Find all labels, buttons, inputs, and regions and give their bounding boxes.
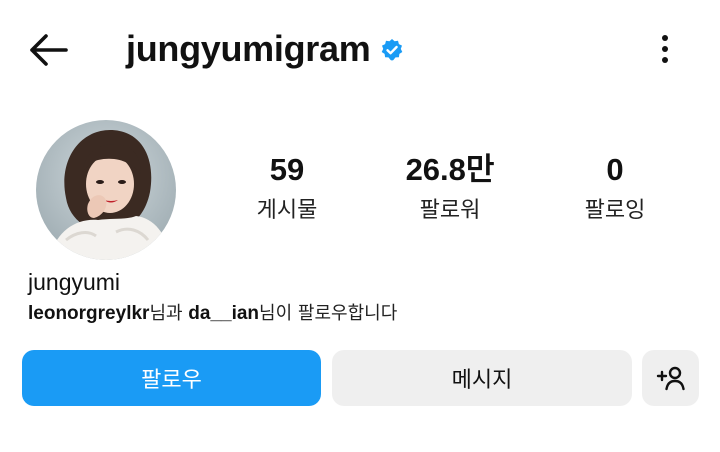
back-button[interactable] xyxy=(26,30,70,70)
stat-following[interactable]: 0 팔로잉 xyxy=(560,150,670,229)
posts-label: 게시물 xyxy=(256,198,318,223)
top-bar: jungyumigram xyxy=(0,0,720,100)
following-count: 0 xyxy=(606,152,624,187)
message-button[interactable]: 메시지 xyxy=(332,350,632,406)
more-vertical-icon xyxy=(662,35,668,63)
follower-username-2[interactable]: da__ian xyxy=(188,303,259,324)
stat-followers[interactable]: 26.8만 팔로워 xyxy=(385,150,515,229)
add-user-icon xyxy=(656,366,685,391)
followed-by-suffix: 님이 팔로우합니다 xyxy=(259,303,398,324)
posts-count: 59 xyxy=(269,152,305,187)
verified-badge-icon xyxy=(382,39,403,61)
followed-by-text[interactable]: leonorgreylkr님과 da__ian님이 팔로우합니다 xyxy=(28,300,397,328)
display-name: jungyumi xyxy=(28,269,121,295)
suggested-users-button[interactable] xyxy=(642,350,699,406)
followers-label: 팔로워 xyxy=(419,198,481,223)
followed-by-connector: 님과 xyxy=(149,303,189,324)
back-arrow-icon xyxy=(30,34,68,66)
profile-header: jungyumigram xyxy=(126,24,404,74)
avatar[interactable] xyxy=(36,120,176,260)
follower-username-1[interactable]: leonorgreylkr xyxy=(28,303,149,324)
stat-posts[interactable]: 59 게시물 xyxy=(232,150,342,229)
profile-photo xyxy=(36,120,176,260)
follow-button[interactable]: 팔로우 xyxy=(22,350,321,406)
followers-count: 26.8만 xyxy=(405,152,495,187)
following-label: 팔로잉 xyxy=(584,198,646,223)
more-options-button[interactable] xyxy=(650,30,680,70)
page-title: jungyumigram xyxy=(126,28,371,69)
